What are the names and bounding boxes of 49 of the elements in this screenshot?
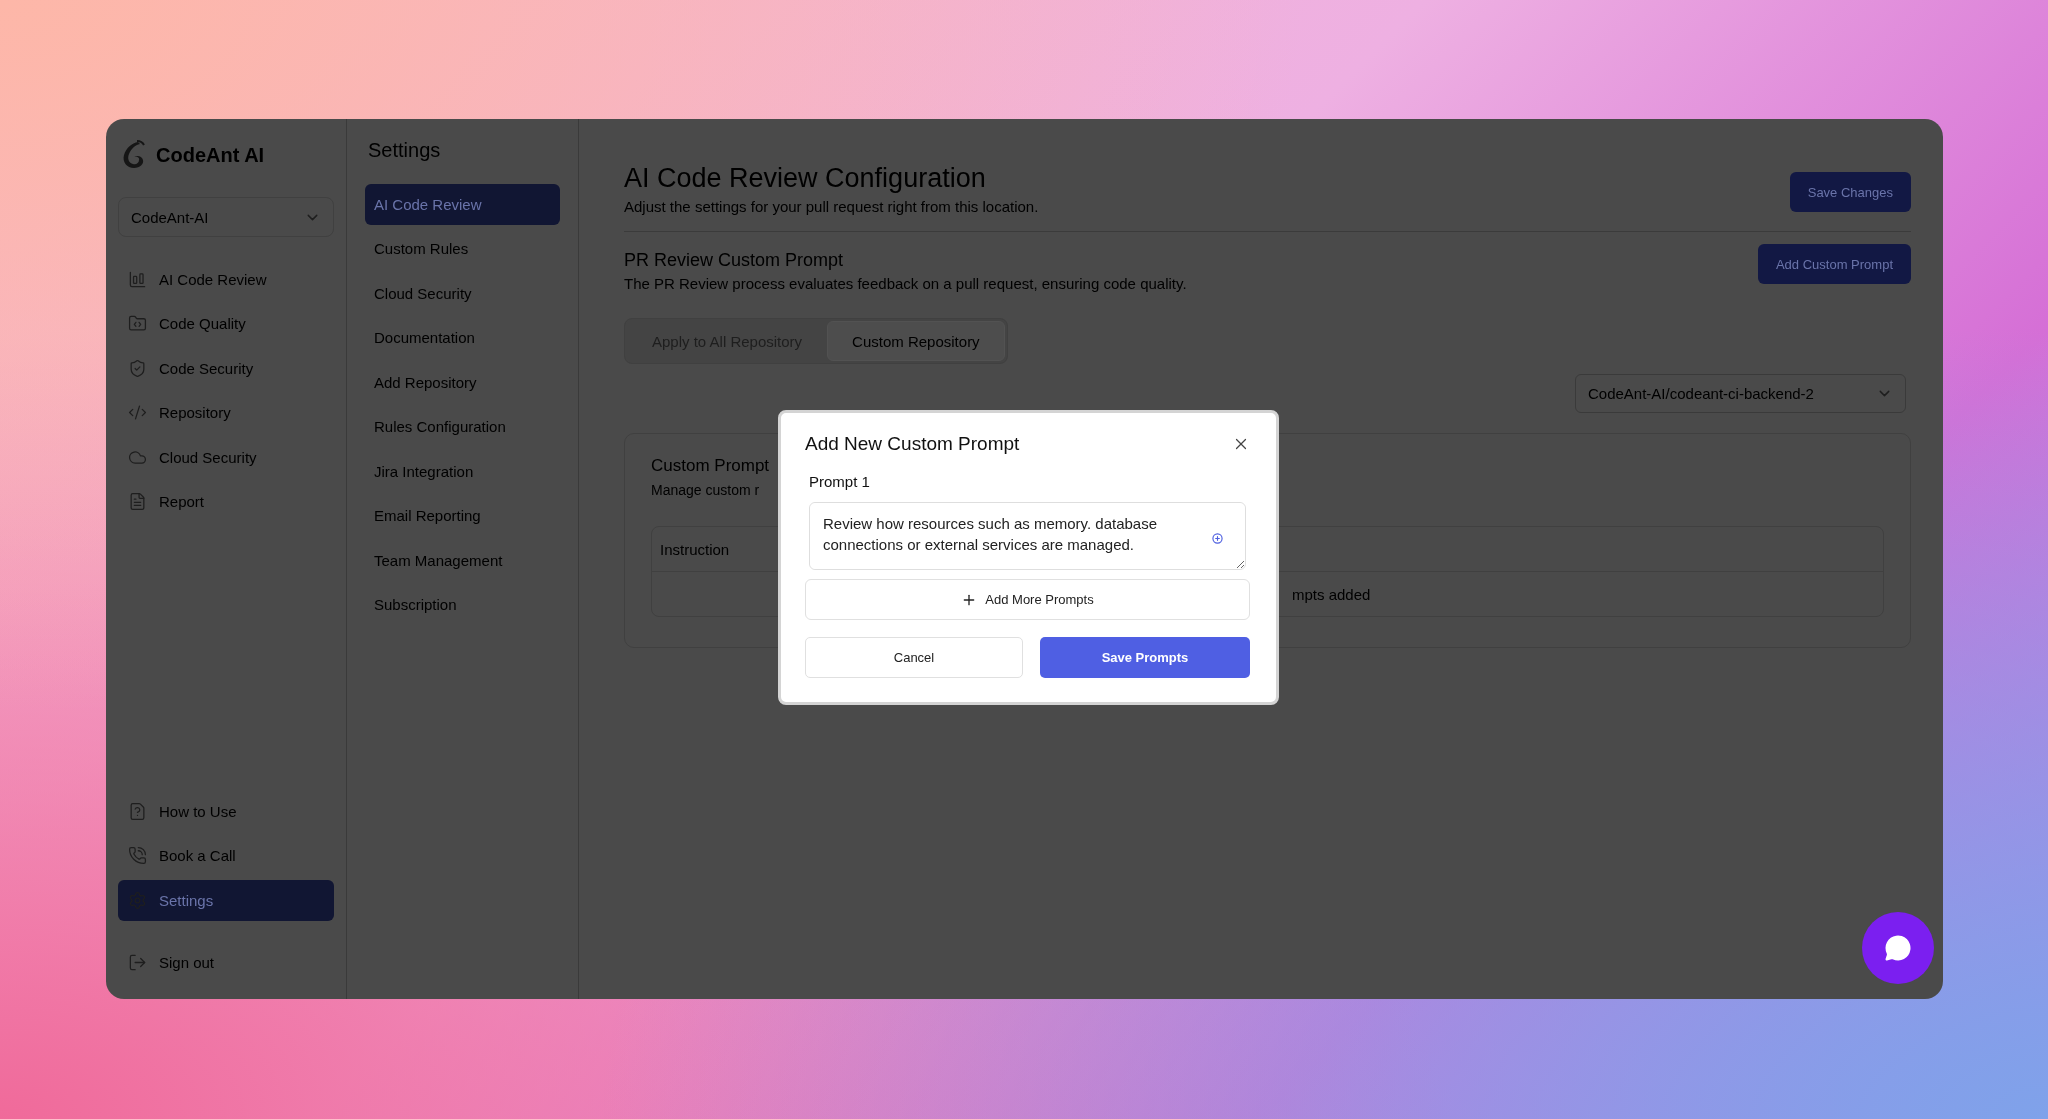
page-title: AI Code Review Configuration [624, 163, 987, 194]
cancel-button[interactable]: Cancel [805, 637, 1023, 678]
sidebar-item[interactable]: Repository [118, 392, 334, 433]
settings-nav-item[interactable]: AI Code Review [365, 184, 560, 225]
section-title: PR Review Custom Prompt [624, 250, 845, 271]
section-description: The PR Review process evaluates feedback on a pull request, ensuring code quality. [624, 275, 1187, 292]
sidebar-item[interactable]: Settings [118, 880, 334, 921]
shield-check-icon [128, 358, 147, 378]
add-more-prompts-button[interactable]: Add More Prompts [805, 579, 1250, 620]
sign-out-icon [128, 953, 147, 973]
tab[interactable]: Custom Repository [827, 321, 1005, 361]
document-question-icon [128, 801, 147, 821]
plus-circle-icon[interactable] [1212, 533, 1223, 544]
save-button[interactable]: Save Prompts [1040, 637, 1250, 678]
save-changes-button[interactable]: Save Changes [1789, 172, 1911, 212]
settings-nav-item[interactable]: Team Management [365, 540, 560, 581]
settings-title: Settings [368, 139, 442, 163]
phone-icon [128, 846, 147, 866]
add-custom-prompt-button[interactable]: Add Custom Prompt [1757, 244, 1911, 284]
settings-nav-item[interactable]: Rules Configuration [365, 406, 560, 447]
card-description: Manage custom r [651, 482, 760, 498]
sidebar-item[interactable]: How to Use [118, 791, 334, 832]
column-header: Instruction [660, 540, 730, 558]
sidebar-item[interactable]: Book a Call [118, 835, 334, 876]
field-label: Prompt 1 [809, 473, 871, 490]
settings-nav-item[interactable]: Subscription [365, 584, 560, 625]
repository-select[interactable]: CodeAnt-AI/codeant-ci-backend-2 [1575, 374, 1906, 413]
sidebar-item[interactable]: Code Security [118, 348, 334, 389]
organization-select[interactable]: CodeAnt-AI [118, 197, 334, 237]
settings-nav-item[interactable]: Custom Rules [365, 228, 560, 269]
sidebar-item[interactable]: Report [118, 481, 334, 522]
settings-nav-item[interactable]: Cloud Security [365, 273, 560, 314]
settings-nav-item[interactable]: Add Repository [365, 362, 560, 403]
settings-nav-item[interactable]: Jira Integration [365, 451, 560, 492]
sign-out-link[interactable]: Sign out [118, 942, 334, 983]
chart-icon [128, 269, 147, 289]
sidebar-item[interactable]: AI Code Review [118, 259, 334, 300]
settings-nav-item[interactable]: Email Reporting [365, 495, 560, 536]
chat-bubble-icon [1883, 933, 1913, 963]
sidebar-item[interactable]: Code Quality [118, 303, 334, 344]
brand-name: CodeAnt AI [156, 143, 265, 167]
card-title: Custom Prompt [651, 456, 770, 476]
dialog-title: Add New Custom Prompt [805, 433, 1020, 455]
empty-table-message: mpts added [1292, 585, 1371, 603]
document-icon [128, 492, 147, 512]
prompt-input-field[interactable]: Review how resources such as memory. database connections or external services are managed. [809, 502, 1246, 570]
sidebar-item[interactable]: Cloud Security [118, 437, 334, 478]
settings-nav-item[interactable]: Documentation [365, 317, 560, 358]
page-subtitle: Adjust the settings for your pull request right from this location. [624, 198, 1039, 215]
